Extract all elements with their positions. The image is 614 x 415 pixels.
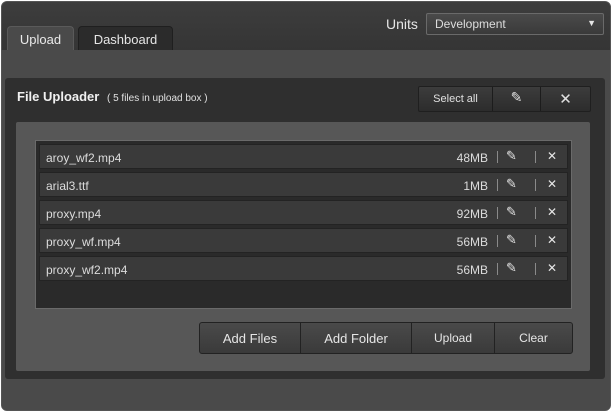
row-divider [497,263,498,275]
units-select-value: Development [435,17,506,31]
file-size: 1MB [463,179,488,193]
close-icon[interactable]: ✕ [547,261,557,275]
select-all-button[interactable]: Select all [419,87,493,111]
row-divider [535,263,536,275]
add-files-button[interactable]: Add Files [200,323,301,353]
file-size: 56MB [456,263,488,277]
remove-all-button[interactable]: ✕ [541,87,590,111]
file-row[interactable]: proxy.mp4 92MB ✎ ✕ [39,200,568,225]
uploader-title: File Uploader [17,89,100,104]
row-divider [535,179,536,191]
pencil-icon[interactable]: ✎ [506,232,517,248]
file-list[interactable]: aroy_wf2.mp4 48MB ✎ ✕ arial3.ttf 1MB ✎ ✕… [35,140,572,309]
file-row[interactable]: aroy_wf2.mp4 48MB ✎ ✕ [39,144,568,169]
upload-tab-content: File Uploader ( 5 files in upload box ) … [2,50,610,410]
units-select[interactable]: Development ▼ [426,13,604,35]
tab-upload[interactable]: Upload [7,26,74,51]
file-name: proxy_wf2.mp4 [46,263,128,277]
file-name: arial3.ttf [46,179,89,193]
file-row[interactable]: arial3.ttf 1MB ✎ ✕ [39,172,568,197]
file-size: 56MB [456,235,488,249]
row-divider [535,151,536,163]
row-divider [535,207,536,219]
close-icon[interactable]: ✕ [547,233,557,247]
file-row[interactable]: proxy_wf2.mp4 56MB ✎ ✕ [39,256,568,281]
close-icon[interactable]: ✕ [547,177,557,191]
file-name: aroy_wf2.mp4 [46,151,122,165]
panel-title: File Uploader ( 5 files in upload box ) [17,89,208,104]
close-icon[interactable]: ✕ [547,149,557,163]
pencil-icon[interactable]: ✎ [506,148,517,164]
edit-all-button[interactable]: ✎ [493,87,541,111]
row-divider [497,207,498,219]
tab-dashboard[interactable]: Dashboard [78,26,173,51]
close-icon[interactable]: ✕ [547,205,557,219]
chevron-down-icon: ▼ [587,18,596,28]
row-divider [497,179,498,191]
uploader-toolbar: Select all ✎ ✕ [418,86,591,112]
pencil-icon[interactable]: ✎ [506,176,517,192]
pencil-icon[interactable]: ✎ [506,260,517,276]
uploader-actions: Add Files Add Folder Upload Clear [199,322,573,354]
units-label: Units [386,16,418,32]
row-divider [535,235,536,247]
file-row[interactable]: proxy_wf.mp4 56MB ✎ ✕ [39,228,568,253]
file-count-subtitle: ( 5 files in upload box ) [106,93,208,104]
row-divider [497,151,498,163]
file-name: proxy_wf.mp4 [46,235,121,249]
pencil-icon[interactable]: ✎ [506,204,517,220]
add-folder-button[interactable]: Add Folder [301,323,412,353]
upload-button[interactable]: Upload [412,323,495,353]
app-window: Units Development ▼ Upload Dashboard Fil… [1,1,611,411]
file-name: proxy.mp4 [46,207,102,221]
clear-button[interactable]: Clear [495,323,572,353]
file-size: 48MB [456,151,488,165]
row-divider [497,235,498,247]
close-icon: ✕ [559,91,572,108]
top-bar: Units Development ▼ Upload Dashboard [2,2,610,51]
pencil-icon: ✎ [510,89,523,105]
file-size: 92MB [456,207,488,221]
